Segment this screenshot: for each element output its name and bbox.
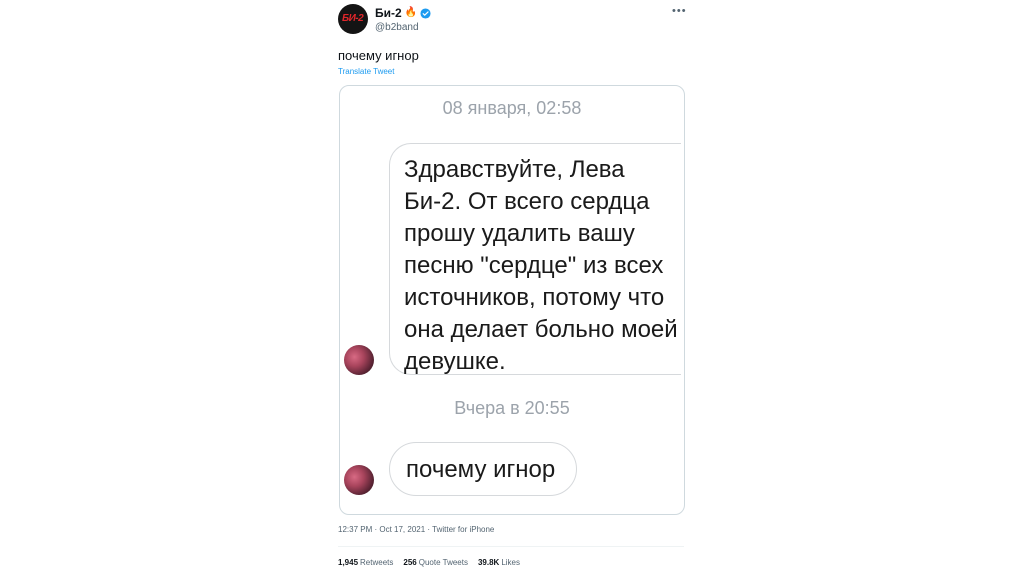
handle[interactable]: @b2band: [375, 22, 431, 33]
sender-avatar: [344, 465, 374, 495]
likes-count: 39.8K: [477, 558, 500, 567]
display-name[interactable]: Би-2: [375, 6, 402, 20]
message-line: прошу удалить вашу: [404, 220, 635, 247]
message-line: источников, потому что: [404, 284, 665, 311]
retweets-label: Retweets: [360, 558, 394, 567]
message-line: она делает больно моей: [404, 316, 678, 343]
tweet-timestamp[interactable]: 12:37 PM · Oct 17, 2021 · Twitter for iP…: [338, 525, 494, 534]
engagement-stats: 1,945 Retweets 256 Quote Tweets 39.8K Likes: [338, 558, 520, 567]
translate-tweet-link[interactable]: Translate Tweet: [338, 67, 394, 76]
chat-timestamp: 08 января, 02:58: [442, 98, 582, 118]
likes-stat[interactable]: 39.8K Likes: [478, 558, 520, 567]
divider: [338, 546, 684, 547]
tweet: БИ-2 Би-2 🔥 @b2band ••• почему игнор Tra…: [338, 0, 688, 576]
quote-tweets-count: 256: [403, 558, 417, 567]
tweet-media-image[interactable]: 08 января, 02:58 Здравствуйте, Лева Би-2…: [339, 85, 685, 515]
chat-timestamp: Вчера в 20:55: [454, 398, 570, 418]
message-line: девушке.: [404, 348, 506, 375]
retweets-stat[interactable]: 1,945 Retweets: [338, 558, 393, 567]
sender-avatar: [344, 345, 374, 375]
fire-icon: 🔥: [404, 7, 418, 18]
message-line: песню "сердце" из всех: [404, 252, 664, 279]
message-bubble: почему игнор: [389, 442, 577, 496]
name-row: Би-2 🔥: [375, 6, 431, 20]
message-line: Здравствуйте, Лева: [404, 156, 625, 183]
likes-label: Likes: [501, 558, 521, 567]
tweet-text: почему игнор: [338, 48, 419, 63]
profile-avatar[interactable]: БИ-2: [338, 4, 368, 34]
message-line: Би-2. От всего сердца: [404, 188, 650, 215]
more-options-icon[interactable]: •••: [672, 5, 687, 17]
avatar-logo: БИ-2: [342, 13, 364, 24]
verified-icon: [420, 7, 431, 19]
retweets-count: 1,945: [338, 558, 359, 567]
message-bubble: Здравствуйте, Лева Би-2. От всего сердца…: [389, 143, 681, 375]
quote-tweets-stat[interactable]: 256 Quote Tweets: [403, 558, 468, 567]
quote-tweets-label: Quote Tweets: [418, 558, 468, 567]
author-block: Би-2 🔥 @b2band: [375, 6, 431, 33]
